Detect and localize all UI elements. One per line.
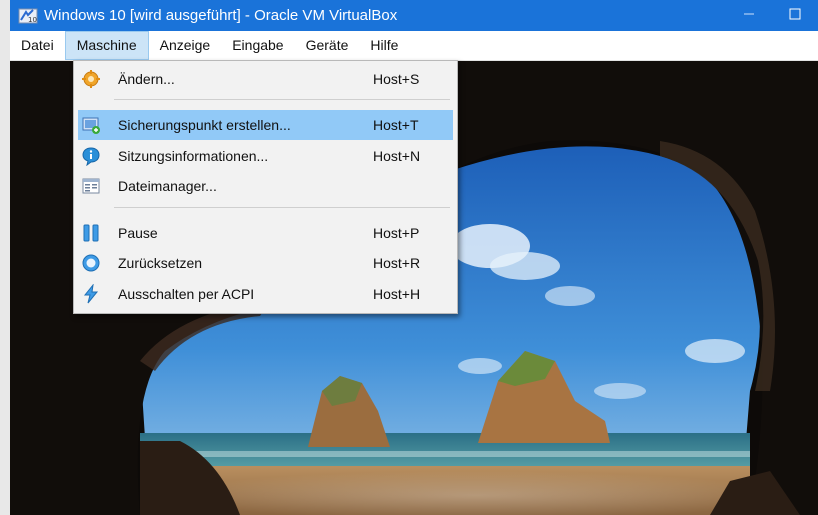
reset-icon	[80, 252, 102, 274]
window-title: Windows 10 [wird ausgeführt] - Oracle VM…	[44, 7, 398, 24]
menu-item-label: Pause	[118, 225, 158, 241]
menu-anzeige[interactable]: Anzeige	[149, 31, 222, 60]
menu-item-zuruecksetzen[interactable]: Zurücksetzen Host+R	[78, 248, 453, 278]
menu-item-label: Ändern...	[118, 71, 175, 87]
menu-geraete[interactable]: Geräte	[295, 31, 360, 60]
menu-item-shortcut: Host+T	[373, 117, 419, 133]
maximize-icon	[789, 7, 801, 25]
virtualbox-icon: 10	[18, 6, 38, 26]
menu-item-shortcut: Host+P	[373, 225, 420, 241]
snapshot-icon	[80, 114, 102, 136]
menu-item-aendern[interactable]: Ändern... Host+S	[78, 64, 453, 94]
menu-item-label: Ausschalten per ACPI	[118, 286, 255, 302]
menu-item-label: Dateimanager...	[118, 178, 217, 194]
menu-separator	[114, 207, 450, 208]
menu-hilfe[interactable]: Hilfe	[359, 31, 409, 60]
minimize-button[interactable]	[726, 0, 772, 31]
menu-item-shortcut: Host+R	[373, 255, 421, 271]
menu-item-sitzungsinformationen[interactable]: Sitzungsinformationen... Host+N	[78, 141, 453, 171]
file-manager-icon	[80, 175, 102, 197]
menu-item-shortcut: Host+S	[373, 71, 420, 87]
menu-datei[interactable]: Datei	[10, 31, 65, 60]
menu-item-label: Sicherungspunkt erstellen...	[118, 117, 291, 133]
title-bar[interactable]: 10 Windows 10 [wird ausgeführt] - Oracle…	[10, 0, 818, 31]
menu-item-shortcut: Host+H	[373, 286, 421, 302]
menu-item-pause[interactable]: Pause Host+P	[78, 218, 453, 248]
menu-separator	[114, 99, 450, 100]
menu-eingabe[interactable]: Eingabe	[221, 31, 294, 60]
menu-item-label: Zurücksetzen	[118, 255, 203, 271]
maximize-button[interactable]	[772, 0, 818, 31]
menu-item-sicherungspunkt[interactable]: Sicherungspunkt erstellen... Host+T	[78, 110, 453, 140]
acpi-shutdown-icon	[80, 283, 102, 305]
pause-icon	[80, 222, 102, 244]
menu-item-ausschalten-acpi[interactable]: Ausschalten per ACPI Host+H	[78, 279, 453, 309]
menu-item-shortcut: Host+N	[373, 148, 421, 164]
minimize-icon	[743, 7, 755, 25]
settings-gear-icon	[80, 68, 102, 90]
session-info-icon	[80, 145, 102, 167]
maschine-menu: Ändern... Host+S Sicherungspunkt erstell…	[73, 60, 458, 314]
menu-maschine[interactable]: Maschine	[64, 31, 149, 60]
menu-item-dateimanager[interactable]: Dateimanager...	[78, 171, 453, 201]
menu-bar: Datei Maschine Anzeige Eingabe Geräte Hi…	[10, 31, 818, 61]
menu-item-label: Sitzungsinformationen...	[118, 148, 269, 164]
svg-text:10: 10	[28, 16, 37, 24]
